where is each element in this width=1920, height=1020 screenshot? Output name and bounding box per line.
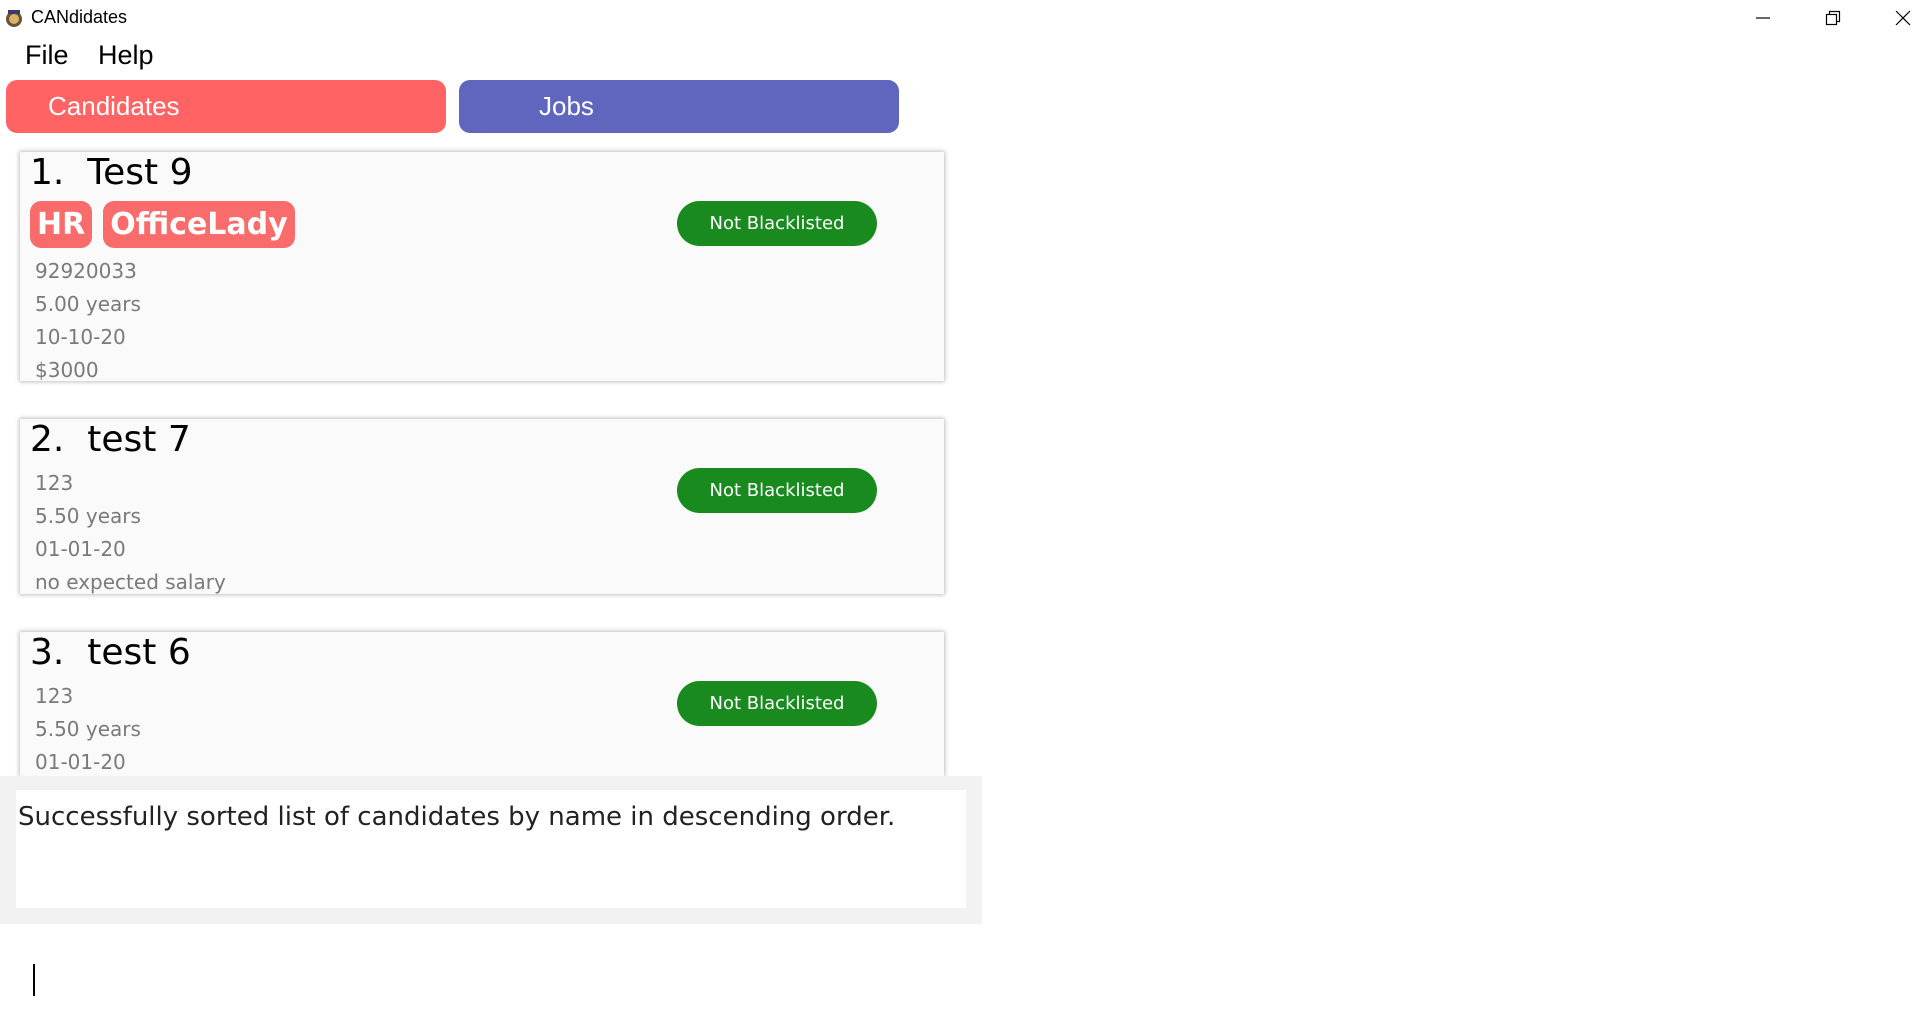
window-title: CANdidates — [31, 7, 128, 27]
tab-candidates[interactable]: Candidates — [6, 80, 446, 133]
candidate-index: 1. — [30, 152, 65, 193]
candidate-phone: 92920033 — [35, 259, 137, 283]
candidate-salary: $3000 — [35, 358, 99, 381]
candidate-experience: 5.00 years — [35, 292, 141, 316]
minimize-icon — [1756, 17, 1770, 19]
restore-icon — [1825, 10, 1841, 26]
candidate-card[interactable]: 3. test 6 Not Blacklisted 123 5.50 years… — [20, 632, 944, 776]
close-icon — [1895, 10, 1911, 26]
candidate-index: 2. — [30, 419, 65, 460]
candidate-date: 01-01-20 — [35, 750, 126, 774]
text-caret — [33, 964, 35, 996]
tab-jobs[interactable]: Jobs — [459, 80, 899, 133]
title-bar: CANdidates — [0, 0, 1920, 36]
minimize-button[interactable] — [1728, 0, 1798, 36]
candidate-title: 2. test 7 — [30, 419, 191, 460]
candidate-date: 01-01-20 — [35, 537, 126, 561]
status-badge: Not Blacklisted — [677, 201, 877, 246]
status-badge: Not Blacklisted — [677, 468, 877, 513]
candidate-card[interactable]: 2. test 7 Not Blacklisted 123 5.50 years… — [20, 419, 944, 594]
candidate-card[interactable]: 1. Test 9 HR OfficeLady Not Blacklisted … — [20, 152, 944, 381]
candidate-title: 1. Test 9 — [30, 152, 193, 193]
tab-candidates-label: Candidates — [48, 91, 180, 121]
result-message: Successfully sorted list of candidates b… — [18, 802, 896, 832]
tag: HR — [30, 201, 93, 248]
candidate-phone: 123 — [35, 471, 74, 495]
tab-jobs-label: Jobs — [539, 91, 594, 121]
menu-file[interactable]: File — [25, 40, 69, 71]
menu-help[interactable]: Help — [98, 40, 154, 71]
candidate-name: Test 9 — [87, 152, 193, 193]
candidate-title: 3. test 6 — [30, 632, 191, 673]
restore-button[interactable] — [1798, 0, 1868, 36]
candidate-index: 3. — [30, 632, 65, 673]
result-panel: Successfully sorted list of candidates b… — [0, 776, 982, 924]
candidate-experience: 5.50 years — [35, 504, 141, 528]
command-input[interactable] — [18, 956, 982, 1002]
tag: OfficeLady — [103, 201, 295, 248]
candidate-phone: 123 — [35, 684, 74, 708]
candidate-salary: no expected salary — [35, 570, 226, 594]
result-display: Successfully sorted list of candidates b… — [16, 790, 966, 908]
candidate-name: test 6 — [87, 632, 191, 673]
tag-list: HR OfficeLady — [30, 201, 295, 248]
close-button[interactable] — [1868, 0, 1920, 36]
candidate-name: test 7 — [87, 419, 191, 460]
candidate-experience: 5.50 years — [35, 717, 141, 741]
candidates-app-icon — [6, 10, 22, 27]
status-badge: Not Blacklisted — [677, 681, 877, 726]
candidate-date: 10-10-20 — [35, 325, 126, 349]
